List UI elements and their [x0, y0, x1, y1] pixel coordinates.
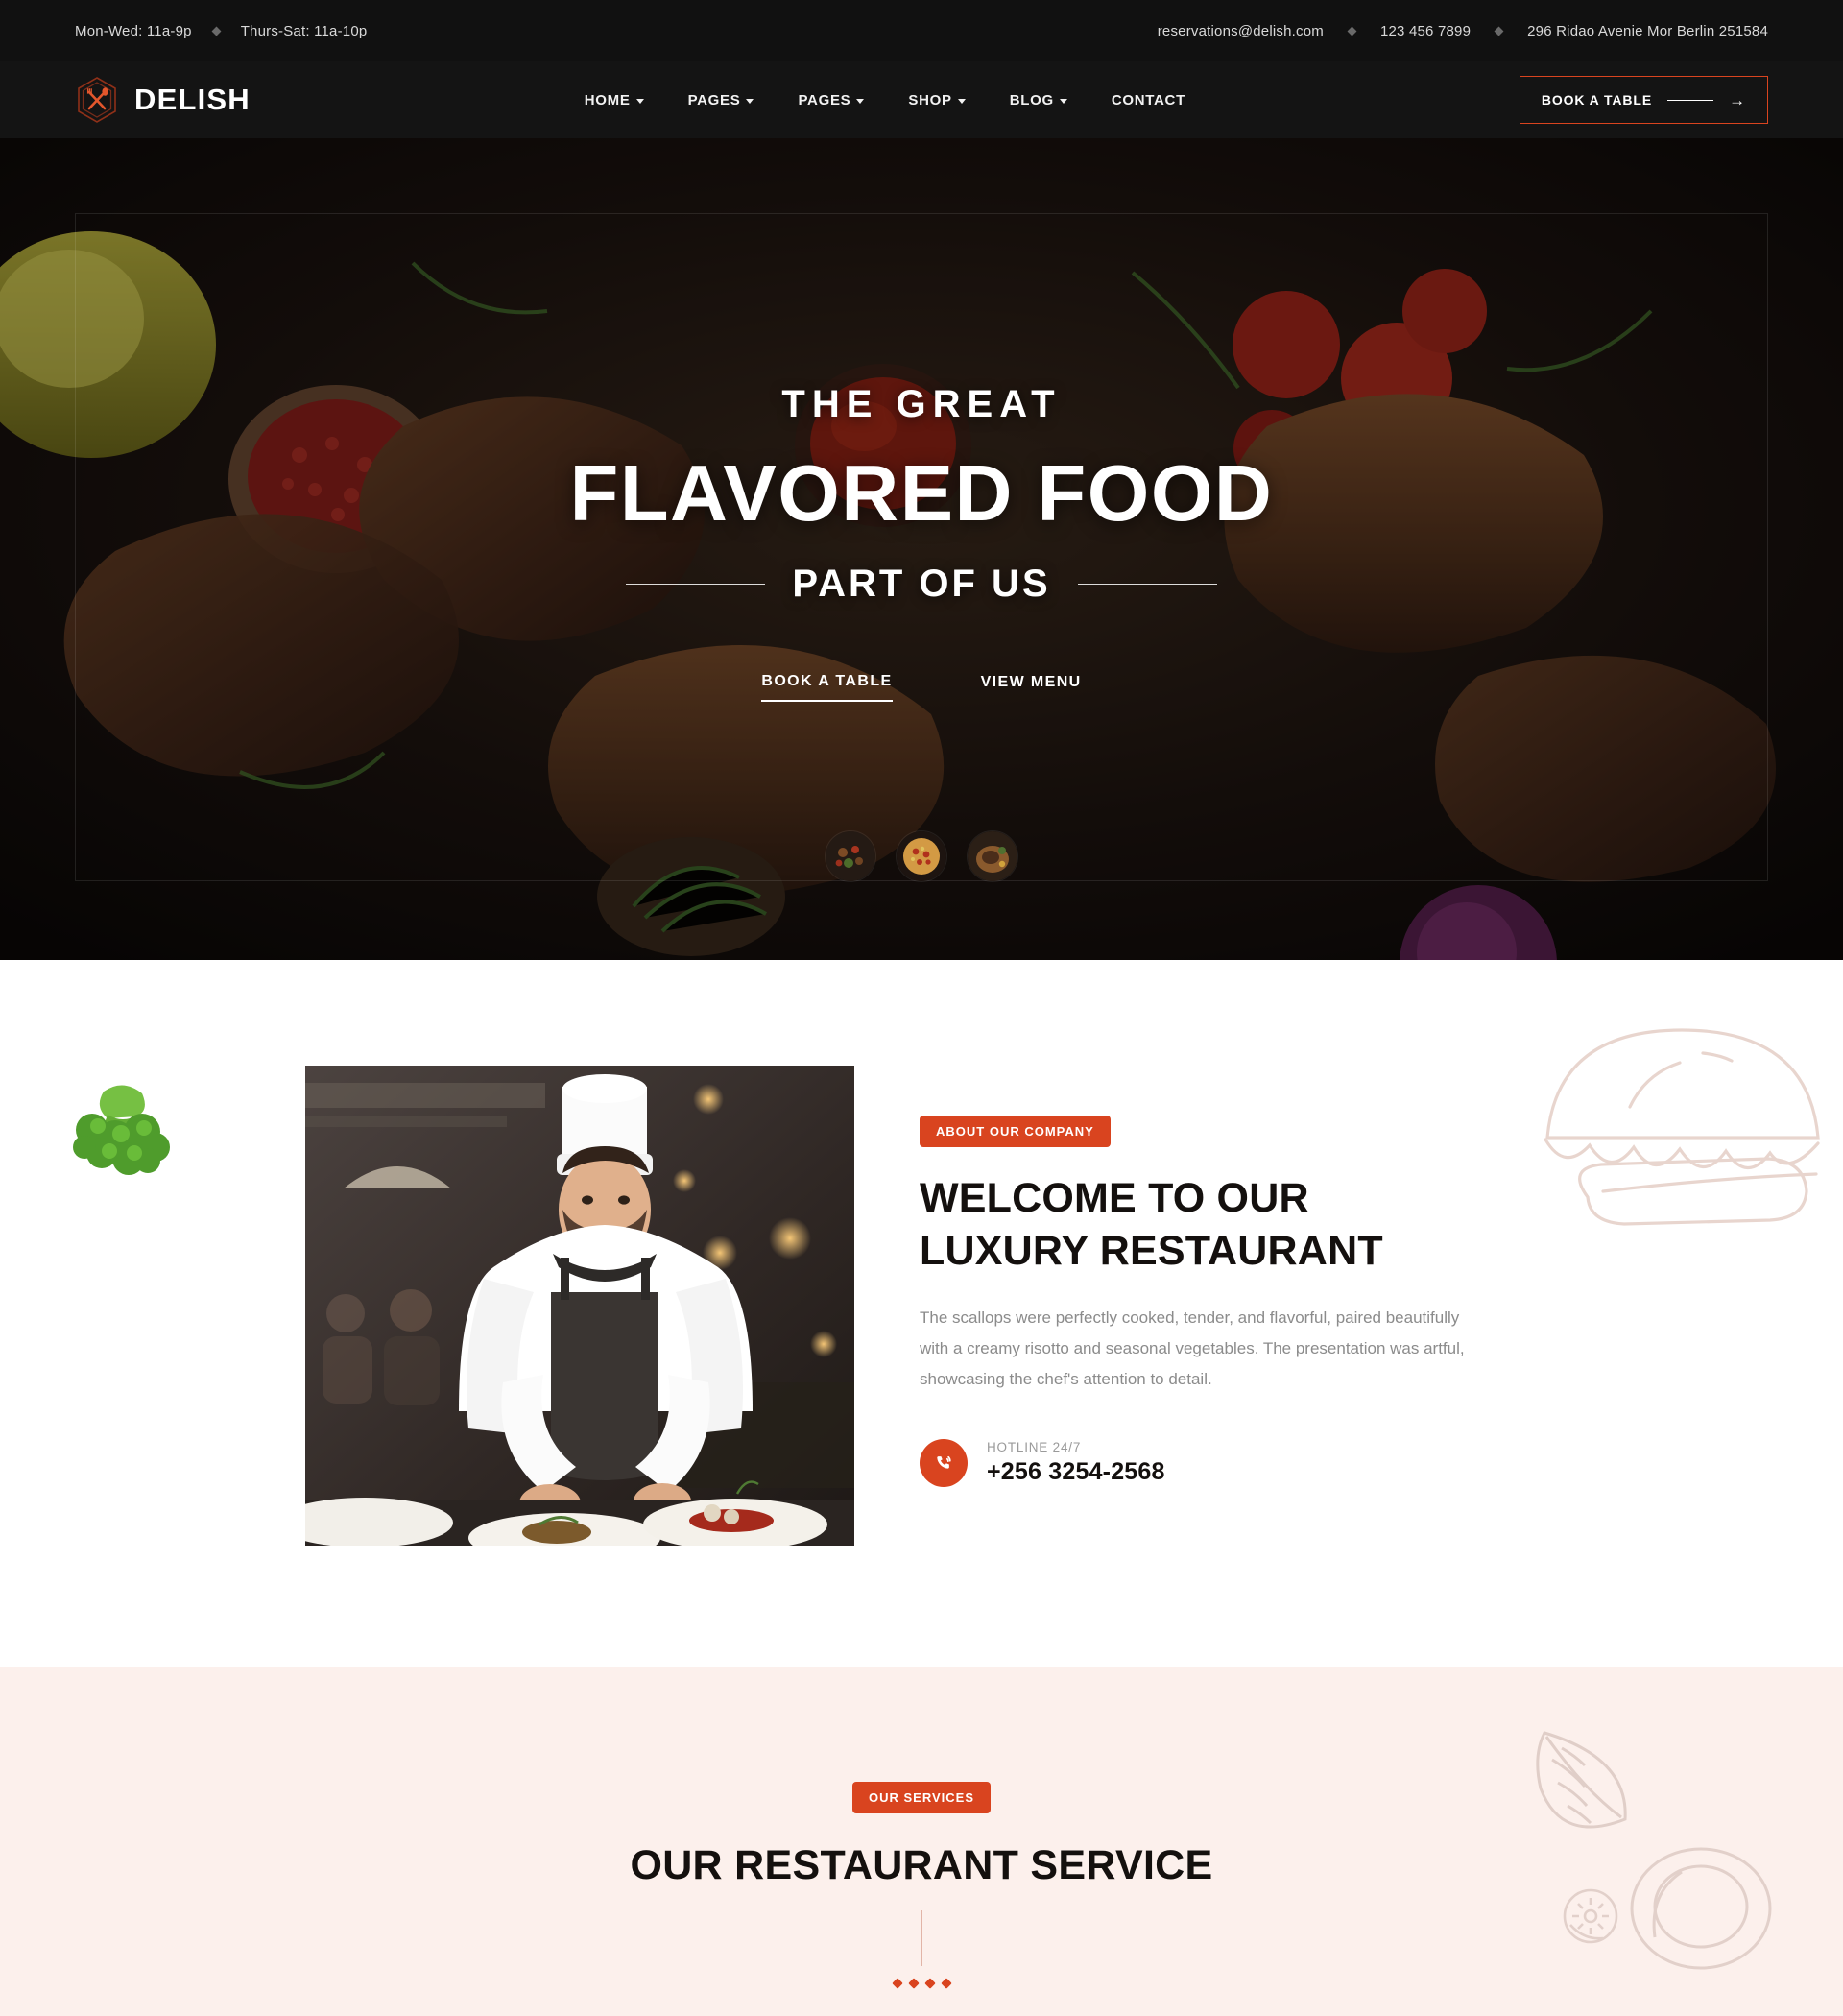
about-section: ABOUT OUR COMPANY WELCOME TO OUR LUXURY … [0, 960, 1843, 1667]
nav-item-home[interactable]: HOME [585, 92, 644, 108]
brand-name: DELISH [134, 83, 251, 116]
diamond-dot-icon [923, 1978, 936, 1989]
main-navigation-bar: DELISH HOME PAGES PAGES SHOP BLOG CONTAC… [0, 61, 1843, 138]
contact-info-group: reservations@delish.com 123 456 7899 296… [1158, 23, 1768, 39]
chevron-down-icon [957, 98, 966, 104]
hero-book-a-table-link[interactable]: BOOK A TABLE [761, 673, 893, 702]
about-paragraph: The scallops were perfectly cooked, tend… [920, 1308, 1465, 1388]
chevron-down-icon [856, 98, 865, 104]
about-copy: ABOUT OUR COMPANY WELCOME TO OUR LUXURY … [920, 1066, 1481, 1546]
nav-item-pages-2[interactable]: PAGES [798, 91, 865, 108]
brand-logo[interactable]: DELISH [75, 76, 251, 124]
nav-item-contact[interactable]: CONTACT [1112, 92, 1185, 108]
nav-item-shop[interactable]: SHOP [908, 91, 966, 108]
phone-ring-icon [920, 1438, 968, 1487]
hero-thumbnail-1[interactable] [826, 831, 875, 881]
hero-thumbnail-carousel [0, 831, 1843, 881]
services-section: OUR SERVICES OUR RESTAURANT SERVICE [0, 1667, 1843, 2016]
about-title-line-2: LUXURY RESTAURANT [920, 1228, 1383, 1275]
services-badge: OUR SERVICES [851, 1782, 991, 1813]
about-layout: ABOUT OUR COMPANY WELCOME TO OUR LUXURY … [0, 960, 1843, 1546]
hours-weekday: Mon-Wed: 11a-9p [75, 22, 192, 39]
diamond-dot-icon [940, 1978, 952, 1989]
hexagon-fork-spoon-icon [75, 76, 119, 124]
chevron-down-icon [746, 98, 754, 104]
hero-thumbnail-3[interactable] [968, 831, 1017, 881]
hotline-block: HOTLINE 24/7 +256 3254-2568 [920, 1438, 1481, 1487]
restaurant-landing-page: Mon-Wed: 11a-9p Thurs-Sat: 11a-10p reser… [0, 0, 1843, 2016]
contact-phone[interactable]: 123 456 7899 [1380, 23, 1471, 39]
chef-photo [305, 1066, 854, 1546]
hero-subline-group: PART OF US [626, 563, 1217, 606]
about-title: WELCOME TO OUR LUXURY RESTAURANT [920, 1172, 1481, 1278]
diamond-separator-icon [211, 26, 222, 36]
nav-item-label: HOME [584, 91, 631, 108]
hero-rule-right [1077, 583, 1217, 586]
hotline-label: HOTLINE 24/7 [987, 1439, 1082, 1454]
diamond-dot-icon [907, 1978, 920, 1989]
opening-hours-group: Mon-Wed: 11a-9p Thurs-Sat: 11a-10p [75, 23, 367, 39]
hero-view-menu-link[interactable]: VIEW MENU [981, 674, 1082, 701]
contact-address: 296 Ridao Avenie Mor Berlin 251584 [1527, 22, 1768, 39]
chevron-down-icon [635, 98, 644, 104]
hero-cta-group: BOOK A TABLE VIEW MENU [761, 673, 1081, 702]
diamond-dot-icon [891, 1978, 903, 1989]
nav-item-label: PAGES [798, 91, 851, 108]
services-header: OUR SERVICES OUR RESTAURANT SERVICE [0, 1667, 1843, 1989]
hero-thumbnail-2[interactable] [897, 831, 946, 881]
hero-subline: PART OF US [792, 563, 1051, 605]
diamond-separator-icon [1494, 26, 1504, 36]
diamond-separator-icon [1347, 26, 1357, 36]
nav-item-label: PAGES [687, 91, 741, 108]
hotline-text: HOTLINE 24/7 +256 3254-2568 [987, 1440, 1165, 1486]
services-title: OUR RESTAURANT SERVICE [630, 1842, 1213, 1888]
about-badge: ABOUT OUR COMPANY [920, 1116, 1111, 1147]
hero-section: THE GREAT FLAVORED FOOD PART OF US BOOK … [0, 138, 1843, 960]
nav-item-blog[interactable]: BLOG [1010, 92, 1067, 108]
hero-superline: THE GREAT [781, 383, 1062, 425]
contact-email[interactable]: reservations@delish.com [1158, 23, 1324, 39]
book-a-table-button[interactable]: BOOK A TABLE → [1519, 76, 1768, 124]
nav-menu: HOME PAGES PAGES SHOP BLOG CONTACT [251, 92, 1520, 108]
services-divider-stem [921, 1910, 922, 1966]
button-rule [1667, 99, 1714, 101]
nav-item-pages-1[interactable]: PAGES [688, 92, 754, 108]
about-title-line-1: WELCOME TO OUR [920, 1175, 1309, 1221]
top-info-bar: Mon-Wed: 11a-9p Thurs-Sat: 11a-10p reser… [0, 0, 1843, 61]
arrow-right-icon: → [1729, 90, 1746, 109]
hours-weekend: Thurs-Sat: 11a-10p [240, 22, 368, 39]
hero-headline: FLAVORED FOOD [569, 448, 1274, 538]
hero-rule-left [626, 583, 766, 586]
nav-item-label: BLOG [1009, 91, 1054, 108]
hotline-number[interactable]: +256 3254-2568 [987, 1458, 1165, 1486]
book-a-table-label: BOOK A TABLE [1541, 92, 1653, 108]
nav-item-label: CONTACT [1111, 91, 1185, 108]
nav-item-label: SHOP [908, 91, 952, 108]
services-diamond-dots [0, 1978, 1843, 1989]
chevron-down-icon [1059, 98, 1067, 104]
